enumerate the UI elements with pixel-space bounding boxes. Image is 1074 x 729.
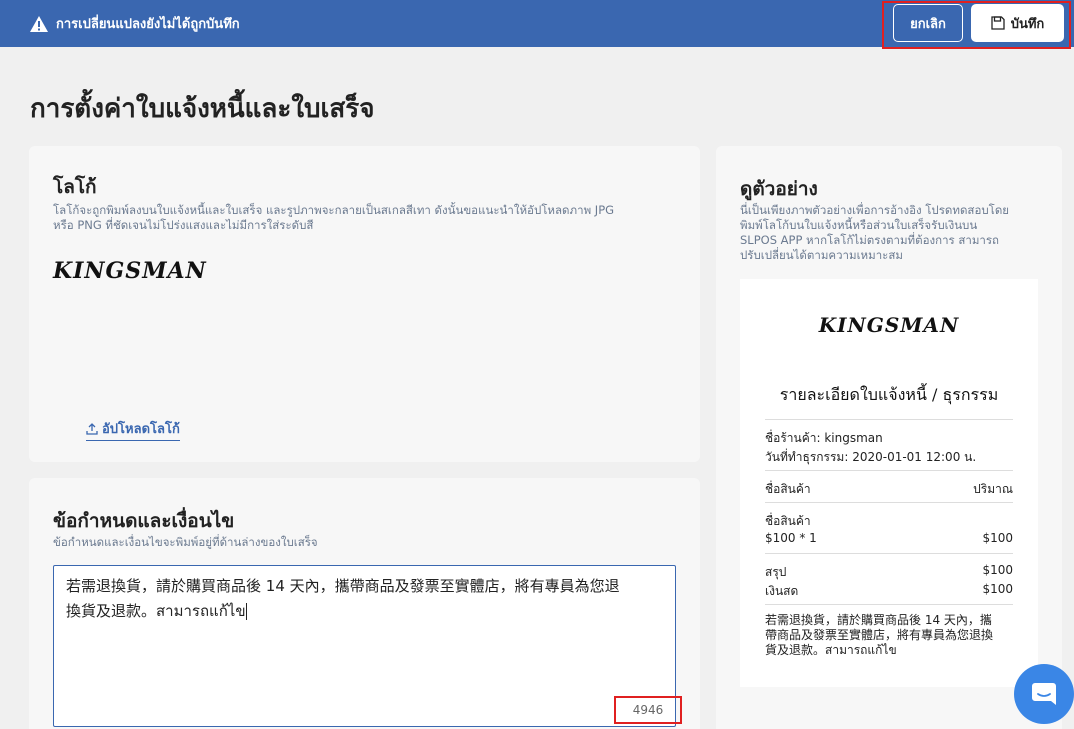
floppy-disk-icon — [991, 16, 1005, 30]
receipt-store-name: ชื่อร้านค้า: kingsman — [765, 431, 883, 445]
logo-section-title: โลโก้ — [53, 176, 97, 198]
receipt-item-price-qty: $100 * 1 — [765, 531, 817, 545]
upload-logo-link[interactable]: อัปโหลดโลโก้ — [86, 418, 180, 441]
receipt-item-total: $100 — [982, 531, 1013, 545]
chat-button[interactable] — [1014, 664, 1074, 724]
receipt-item-name: ชื่อสินค้า — [765, 514, 811, 528]
receipt-cash-value: $100 — [982, 582, 1013, 596]
receipt-summary-value: $100 — [982, 563, 1013, 577]
upload-icon — [86, 422, 98, 435]
logo-card: โลโก้ โลโก้จะถูกพิมพ์ลงบนใบแจ้งหนี้และใบ… — [29, 146, 700, 462]
terms-section-title: ข้อกำหนดและเงื่อนไข — [53, 510, 235, 532]
preview-section-description: นี่เป็นเพียงภาพตัวอย่างเพื่อการอ้างอิง โ… — [740, 203, 1010, 262]
cancel-button[interactable]: ยกเลิก — [893, 4, 963, 42]
divider — [765, 604, 1013, 605]
unsaved-warning: การเปลี่ยนแปลงยังไม่ได้ถูกบันทึก — [30, 13, 240, 34]
receipt-summary-label: สรุป — [765, 565, 787, 579]
receipt-date: วันที่ทำธุรกรรม: 2020-01-01 12:00 น. — [765, 450, 977, 464]
divider — [765, 553, 1013, 554]
receipt-preview: KINGSMAN รายละเอียดใบแจ้งหนี้ / ธุรกรรม … — [740, 279, 1038, 687]
terms-section-description: ข้อกำหนดและเงื่อนไขจะพิมพ์อยู่ที่ด้านล่า… — [53, 535, 318, 549]
text-caret — [245, 603, 247, 620]
save-button[interactable]: บันทึก — [971, 4, 1064, 42]
divider — [765, 470, 1013, 471]
warning-text: การเปลี่ยนแปลงยังไม่ได้ถูกบันทึก — [56, 17, 240, 32]
preview-card: ดูตัวอย่าง นี่เป็นเพียงภาพตัวอย่างเพื่อก… — [716, 146, 1062, 729]
char-counter: 4946 — [632, 703, 664, 717]
warning-icon — [30, 15, 48, 32]
terms-card: ข้อกำหนดและเงื่อนไข ข้อกำหนดและเงื่อนไขจ… — [29, 478, 700, 729]
save-button-label: บันทึก — [1010, 16, 1045, 32]
logo-image: KINGSMAN — [53, 258, 207, 284]
receipt-title: รายละเอียดใบแจ้งหนี้ / ธุรกรรม — [779, 385, 999, 404]
chat-bubble-icon — [1032, 683, 1056, 705]
logo-section-description: โลโก้จะถูกพิมพ์ลงบนใบแจ้งหนี้และใบเสร็จ … — [53, 203, 615, 232]
receipt-terms-note: 若需退換貨，請於購買商品後 14 天內，攜 帶商品及發票至實體店，將有專員為您退… — [765, 613, 994, 657]
preview-section-title: ดูตัวอย่าง — [740, 178, 818, 200]
receipt-logo: KINGSMAN — [818, 313, 960, 337]
divider — [765, 419, 1013, 420]
receipt-col-item: ชื่อสินค้า — [765, 482, 811, 496]
receipt-cash-label: เงินสด — [765, 584, 799, 598]
page-title: การตั้งค่าใบแจ้งหนี้และใบเสร็จ — [30, 94, 375, 124]
receipt-col-qty: ปริมาณ — [973, 482, 1013, 496]
terms-textarea[interactable]: 若需退換貨，請於購買商品後 14 天內，攜帶商品及發票至實體店，將有專員為您退 … — [53, 565, 676, 727]
divider — [765, 502, 1013, 503]
